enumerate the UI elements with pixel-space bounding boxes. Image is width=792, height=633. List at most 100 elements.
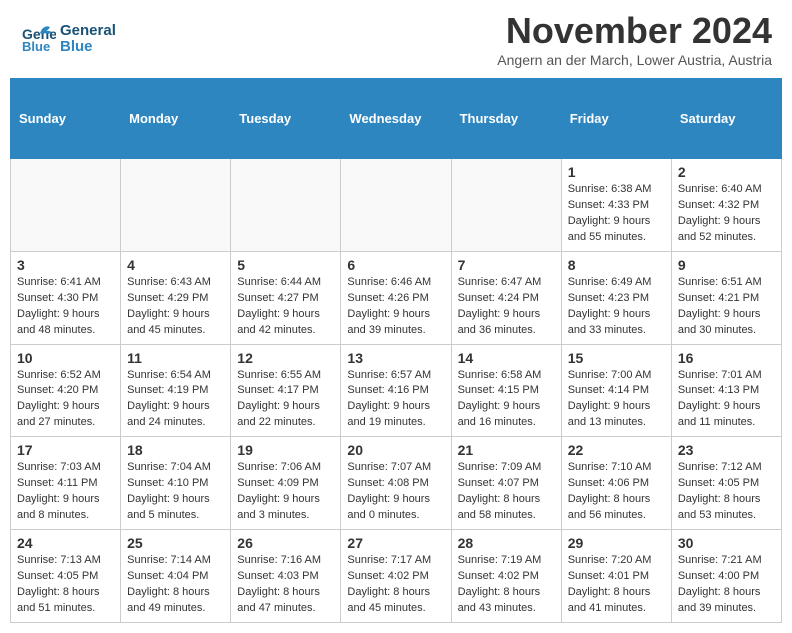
day-info: Daylight: 9 hours and 24 minutes. [127, 399, 224, 431]
day-info: Daylight: 8 hours and 58 minutes. [458, 492, 555, 524]
col-thursday: Thursday [451, 79, 561, 159]
day-info: Sunset: 4:07 PM [458, 476, 555, 492]
calendar-cell [121, 159, 231, 252]
calendar-cell: 29Sunrise: 7:20 AMSunset: 4:01 PMDayligh… [561, 530, 671, 623]
day-number: 30 [678, 535, 775, 551]
day-info: Sunrise: 7:16 AM [237, 553, 334, 569]
location-subtitle: Angern an der March, Lower Austria, Aust… [497, 52, 772, 68]
col-monday: Monday [121, 79, 231, 159]
logo: General Blue General Blue [20, 21, 116, 57]
day-info: Sunset: 4:17 PM [237, 383, 334, 399]
day-info: Sunrise: 6:55 AM [237, 368, 334, 384]
calendar-cell: 15Sunrise: 7:00 AMSunset: 4:14 PMDayligh… [561, 344, 671, 437]
month-title: November 2024 [497, 10, 772, 52]
day-info: Sunset: 4:11 PM [17, 476, 114, 492]
day-info: Sunrise: 7:01 AM [678, 368, 775, 384]
calendar-cell: 26Sunrise: 7:16 AMSunset: 4:03 PMDayligh… [231, 530, 341, 623]
calendar-cell [231, 159, 341, 252]
day-number: 1 [568, 164, 665, 180]
day-info: Daylight: 9 hours and 55 minutes. [568, 214, 665, 246]
calendar-cell: 21Sunrise: 7:09 AMSunset: 4:07 PMDayligh… [451, 437, 561, 530]
day-info: Daylight: 9 hours and 8 minutes. [17, 492, 114, 524]
day-info: Sunrise: 6:44 AM [237, 275, 334, 291]
calendar-cell: 23Sunrise: 7:12 AMSunset: 4:05 PMDayligh… [671, 437, 781, 530]
calendar-cell: 10Sunrise: 6:52 AMSunset: 4:20 PMDayligh… [11, 344, 121, 437]
calendar-cell: 9Sunrise: 6:51 AMSunset: 4:21 PMDaylight… [671, 251, 781, 344]
day-number: 18 [127, 442, 224, 458]
day-info: Sunset: 4:09 PM [237, 476, 334, 492]
calendar-cell: 13Sunrise: 6:57 AMSunset: 4:16 PMDayligh… [341, 344, 451, 437]
calendar-cell: 2Sunrise: 6:40 AMSunset: 4:32 PMDaylight… [671, 159, 781, 252]
day-info: Sunrise: 6:49 AM [568, 275, 665, 291]
day-info: Sunrise: 7:17 AM [347, 553, 444, 569]
day-info: Sunset: 4:26 PM [347, 291, 444, 307]
calendar-week-1: 1Sunrise: 6:38 AMSunset: 4:33 PMDaylight… [11, 159, 782, 252]
day-info: Sunrise: 7:06 AM [237, 460, 334, 476]
day-info: Sunset: 4:02 PM [458, 569, 555, 585]
day-info: Daylight: 8 hours and 53 minutes. [678, 492, 775, 524]
day-info: Sunrise: 6:58 AM [458, 368, 555, 384]
day-number: 26 [237, 535, 334, 551]
day-info: Sunrise: 7:20 AM [568, 553, 665, 569]
col-sunday: Sunday [11, 79, 121, 159]
day-number: 6 [347, 257, 444, 273]
calendar-cell [341, 159, 451, 252]
calendar-cell: 14Sunrise: 6:58 AMSunset: 4:15 PMDayligh… [451, 344, 561, 437]
day-number: 29 [568, 535, 665, 551]
calendar-week-2: 3Sunrise: 6:41 AMSunset: 4:30 PMDaylight… [11, 251, 782, 344]
calendar-cell [451, 159, 561, 252]
page-header: General Blue General Blue November 2024 … [0, 0, 792, 73]
day-info: Sunset: 4:14 PM [568, 383, 665, 399]
day-info: Daylight: 9 hours and 3 minutes. [237, 492, 334, 524]
day-info: Sunrise: 6:51 AM [678, 275, 775, 291]
calendar-cell: 4Sunrise: 6:43 AMSunset: 4:29 PMDaylight… [121, 251, 231, 344]
calendar-cell: 28Sunrise: 7:19 AMSunset: 4:02 PMDayligh… [451, 530, 561, 623]
day-info: Sunrise: 6:41 AM [17, 275, 114, 291]
day-info: Sunset: 4:24 PM [458, 291, 555, 307]
logo-blue: Blue [60, 38, 93, 55]
day-info: Sunrise: 7:07 AM [347, 460, 444, 476]
calendar-week-4: 17Sunrise: 7:03 AMSunset: 4:11 PMDayligh… [11, 437, 782, 530]
day-info: Sunset: 4:08 PM [347, 476, 444, 492]
day-number: 23 [678, 442, 775, 458]
day-number: 22 [568, 442, 665, 458]
day-info: Daylight: 9 hours and 5 minutes. [127, 492, 224, 524]
calendar-cell: 27Sunrise: 7:17 AMSunset: 4:02 PMDayligh… [341, 530, 451, 623]
calendar-cell: 3Sunrise: 6:41 AMSunset: 4:30 PMDaylight… [11, 251, 121, 344]
col-saturday: Saturday [671, 79, 781, 159]
calendar-cell: 7Sunrise: 6:47 AMSunset: 4:24 PMDaylight… [451, 251, 561, 344]
day-info: Sunset: 4:06 PM [568, 476, 665, 492]
day-info: Daylight: 9 hours and 36 minutes. [458, 307, 555, 339]
day-info: Sunrise: 7:04 AM [127, 460, 224, 476]
day-number: 12 [237, 350, 334, 366]
day-info: Daylight: 9 hours and 48 minutes. [17, 307, 114, 339]
day-info: Daylight: 9 hours and 52 minutes. [678, 214, 775, 246]
calendar-cell [11, 159, 121, 252]
day-info: Sunrise: 6:38 AM [568, 182, 665, 198]
calendar-week-3: 10Sunrise: 6:52 AMSunset: 4:20 PMDayligh… [11, 344, 782, 437]
calendar-cell: 22Sunrise: 7:10 AMSunset: 4:06 PMDayligh… [561, 437, 671, 530]
calendar-cell: 6Sunrise: 6:46 AMSunset: 4:26 PMDaylight… [341, 251, 451, 344]
day-number: 8 [568, 257, 665, 273]
calendar-cell: 1Sunrise: 6:38 AMSunset: 4:33 PMDaylight… [561, 159, 671, 252]
calendar-cell: 17Sunrise: 7:03 AMSunset: 4:11 PMDayligh… [11, 437, 121, 530]
day-info: Daylight: 9 hours and 22 minutes. [237, 399, 334, 431]
day-info: Sunset: 4:15 PM [458, 383, 555, 399]
day-info: Sunrise: 7:14 AM [127, 553, 224, 569]
day-info: Sunrise: 7:19 AM [458, 553, 555, 569]
calendar-week-5: 24Sunrise: 7:13 AMSunset: 4:05 PMDayligh… [11, 530, 782, 623]
day-info: Daylight: 8 hours and 56 minutes. [568, 492, 665, 524]
day-info: Sunset: 4:19 PM [127, 383, 224, 399]
day-info: Sunset: 4:27 PM [237, 291, 334, 307]
calendar-cell: 18Sunrise: 7:04 AMSunset: 4:10 PMDayligh… [121, 437, 231, 530]
day-number: 9 [678, 257, 775, 273]
day-info: Sunrise: 6:40 AM [678, 182, 775, 198]
calendar-cell: 16Sunrise: 7:01 AMSunset: 4:13 PMDayligh… [671, 344, 781, 437]
day-info: Daylight: 9 hours and 33 minutes. [568, 307, 665, 339]
calendar-wrapper: Sunday Monday Tuesday Wednesday Thursday… [0, 73, 792, 633]
day-info: Sunrise: 6:43 AM [127, 275, 224, 291]
col-tuesday: Tuesday [231, 79, 341, 159]
logo-icon: General Blue [20, 21, 56, 57]
day-info: Daylight: 9 hours and 16 minutes. [458, 399, 555, 431]
calendar-cell: 25Sunrise: 7:14 AMSunset: 4:04 PMDayligh… [121, 530, 231, 623]
